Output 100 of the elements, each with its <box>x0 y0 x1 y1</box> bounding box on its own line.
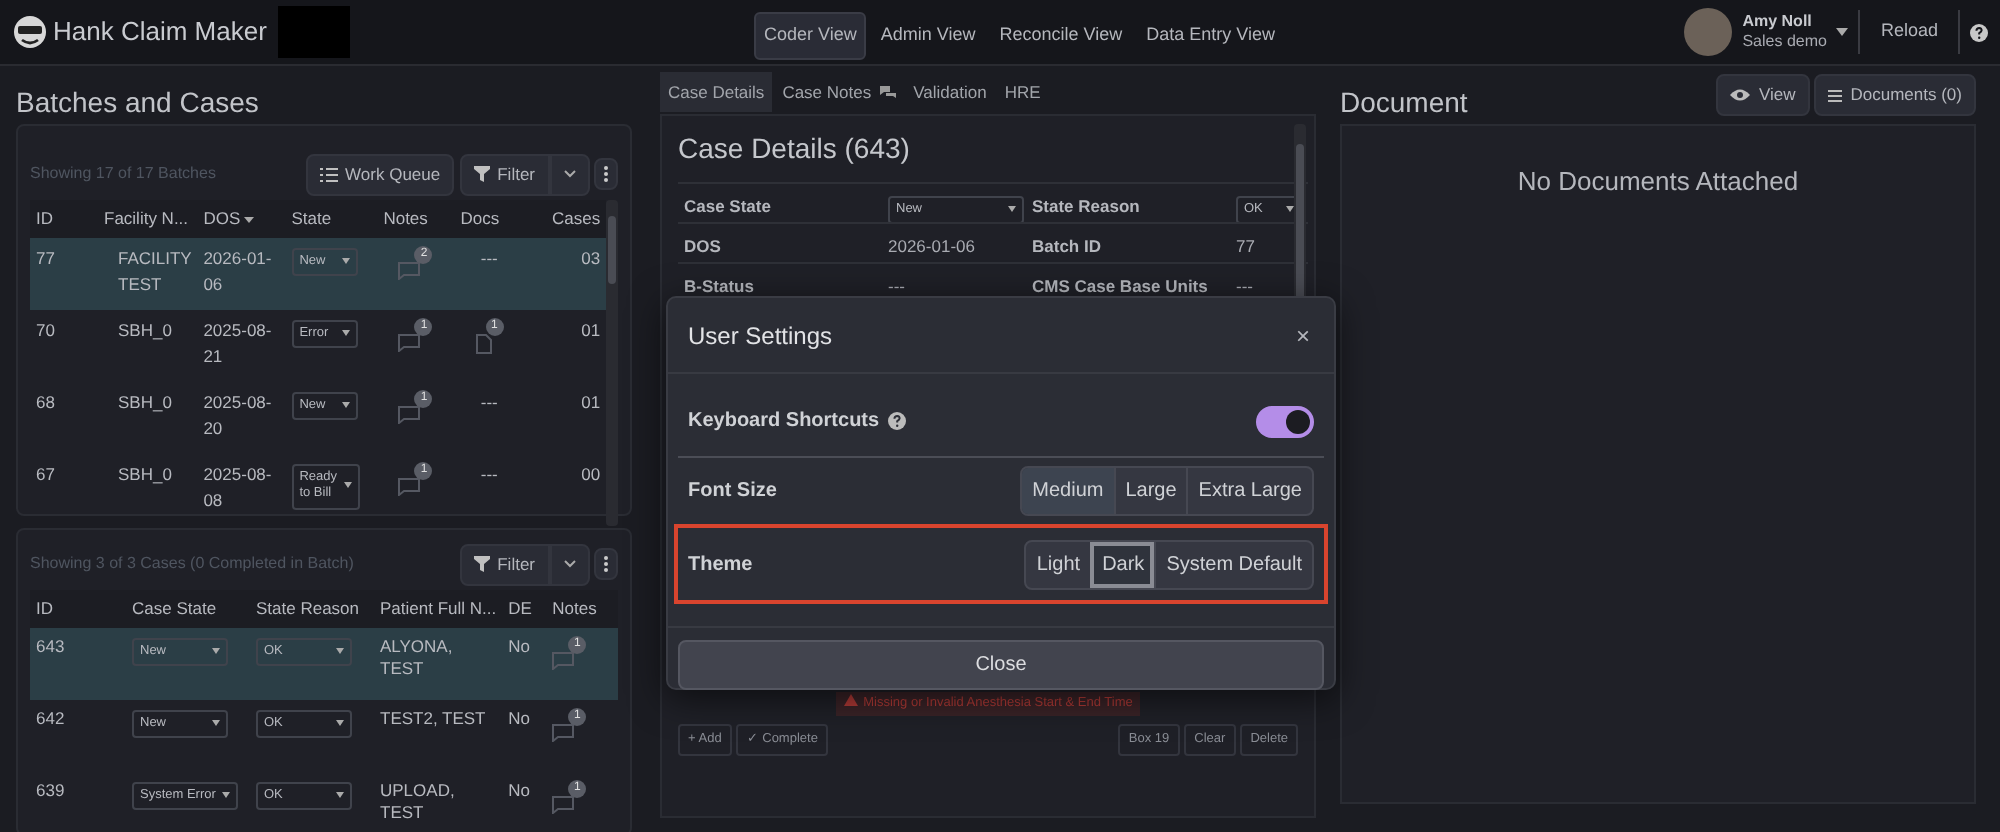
option-button[interactable]: Large <box>1113 468 1187 514</box>
option-button[interactable]: Medium <box>1022 468 1114 514</box>
document-icon <box>475 333 492 354</box>
column-header[interactable]: Docs <box>454 200 524 238</box>
redacted-block <box>278 6 351 58</box>
table-cell-text: 01 <box>579 390 603 416</box>
help-icon[interactable] <box>1970 23 1988 41</box>
table-cell: FACILITY TEST <box>98 238 198 310</box>
user-role: Sales demo <box>1742 32 1827 52</box>
reload-button[interactable]: Reload <box>1870 8 1948 56</box>
documents-button[interactable]: Documents (0) <box>1814 74 1976 116</box>
field-value: 77 <box>1236 236 1255 256</box>
caret-icon <box>336 647 344 654</box>
option-button[interactable]: Light <box>1026 541 1091 587</box>
setting-label: Keyboard Shortcuts <box>688 408 880 436</box>
dialog-title: User Settings <box>688 320 833 354</box>
field-label: Case State <box>678 182 882 222</box>
table-cell-text: SBH_0 <box>116 390 174 416</box>
table-cell-text: 67 <box>34 462 57 488</box>
table-cell: 642 <box>30 700 126 772</box>
table-cell: 2026-01-06 <box>197 238 286 310</box>
user-avatar[interactable] <box>1684 8 1733 56</box>
caret-icon[interactable] <box>1836 28 1849 36</box>
column-header[interactable]: State Reason <box>250 590 374 628</box>
table-cell: 2025-08-21 <box>197 310 286 382</box>
sort-down-icon[interactable] <box>244 216 255 224</box>
table-cell-text: 639 <box>34 778 67 804</box>
caret-icon <box>343 482 352 488</box>
table-cell: TEST2, TEST <box>374 700 503 772</box>
table-cell-text: 2025-08-08 <box>201 462 274 514</box>
caret-icon <box>1008 205 1016 212</box>
option-button[interactable]: Extra Large <box>1186 468 1312 514</box>
field-value: 2026-01-06 <box>888 236 975 256</box>
more-button[interactable] <box>594 548 618 581</box>
table-cell: 70 <box>30 310 98 382</box>
section-title: Case Details (643) <box>678 130 912 168</box>
column-header[interactable]: ID <box>30 590 126 628</box>
table-cell: 03 <box>523 238 607 310</box>
scrollbar[interactable] <box>606 200 618 526</box>
chevron-down-icon <box>563 170 575 179</box>
filter-button[interactable]: Filter <box>459 154 549 196</box>
logo-icon <box>12 14 48 50</box>
column-header[interactable]: Facility N... <box>98 200 198 238</box>
close-button[interactable]: × <box>1291 324 1314 348</box>
column-header[interactable]: DOS <box>197 200 286 238</box>
table-cell-text: --- <box>478 390 500 416</box>
more-button[interactable] <box>594 158 618 191</box>
panel-tab[interactable]: Case Details <box>660 71 773 113</box>
panel-tab[interactable]: HRE <box>996 71 1049 113</box>
caret-icon <box>341 401 350 408</box>
panel-tab[interactable]: Case Notes <box>774 71 904 113</box>
work-queue-button[interactable]: Work Queue <box>305 154 455 196</box>
view-tab[interactable]: Data Entry View <box>1136 12 1285 59</box>
batch-count: Showing 17 of 17 Batches <box>30 162 216 187</box>
caret-icon <box>341 329 350 336</box>
view-button[interactable]: View <box>1716 74 1810 116</box>
eye-icon <box>1730 88 1751 102</box>
table-cell: 77 <box>30 238 98 310</box>
list-icon <box>1828 89 1843 101</box>
table-cell-text: 00 <box>579 462 603 488</box>
column-header[interactable]: Patient Full N... <box>374 590 503 628</box>
field-value: --- <box>888 276 905 296</box>
column-header[interactable]: DE <box>502 590 547 628</box>
table-cell-text: SBH_0 <box>116 462 174 488</box>
comment-icon <box>552 796 575 815</box>
column-header[interactable]: ID <box>30 200 98 238</box>
help-icon[interactable] <box>887 412 906 430</box>
field-label: State Reason <box>1026 182 1230 222</box>
user-name: Amy Noll <box>1742 12 1814 32</box>
toggle-switch[interactable] <box>1256 405 1314 437</box>
comment-icon <box>398 262 421 281</box>
caret-icon <box>221 791 230 798</box>
caret-icon <box>341 257 350 264</box>
chevron-down-icon <box>563 560 575 569</box>
app-title: Hank Claim Maker <box>53 14 267 51</box>
column-header[interactable]: Cases <box>523 200 607 238</box>
caret-icon <box>212 647 220 654</box>
option-button[interactable]: Dark <box>1090 541 1155 587</box>
column-header[interactable]: Notes <box>377 200 455 238</box>
view-tab[interactable]: Reconcile View <box>989 12 1133 59</box>
view-tab[interactable]: Admin View <box>870 12 986 59</box>
caret-icon <box>336 791 344 798</box>
table-cell-text: 2025-08-20 <box>201 390 274 442</box>
comment-icon <box>398 406 421 425</box>
panel-tab[interactable]: Validation <box>905 71 995 113</box>
setting-label: Theme <box>688 551 753 579</box>
filter-icon <box>473 556 490 573</box>
setting-label: Font Size <box>688 478 777 506</box>
table-cell: ALYONA, TEST <box>374 628 503 700</box>
column-header[interactable]: Case State <box>126 590 250 628</box>
option-button[interactable]: System Default <box>1154 541 1312 587</box>
filter-button[interactable]: Filter <box>459 544 549 586</box>
view-tab[interactable]: Coder View <box>754 12 867 59</box>
table-cell-text: No <box>506 778 532 804</box>
column-header[interactable]: Notes <box>546 590 618 628</box>
table-cell: 01 <box>523 310 607 382</box>
close-button[interactable]: Close <box>678 640 1324 690</box>
table-cell: No <box>502 628 547 700</box>
panel-heading: Batches and Cases <box>14 84 261 122</box>
column-header[interactable]: State <box>285 200 378 238</box>
